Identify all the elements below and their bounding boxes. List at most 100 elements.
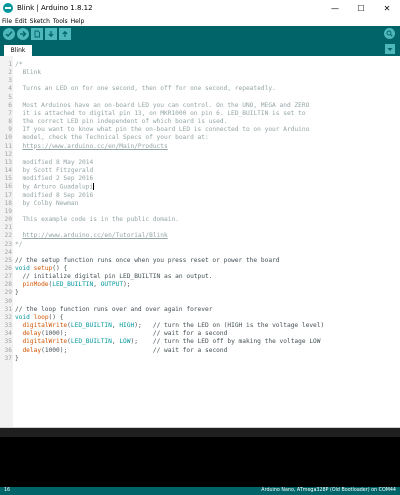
code-text: delay(1000); // wait for a second bbox=[15, 330, 227, 338]
new-button[interactable] bbox=[31, 28, 43, 40]
code-line[interactable]: 26 void setup() { bbox=[0, 265, 400, 273]
title-bar: Blink | Arduino 1.8.12 — ☐ ✕ bbox=[0, 0, 400, 16]
code-line[interactable]: 10 model, check the Technical Specs of y… bbox=[0, 134, 400, 142]
line-number: 32 bbox=[4, 313, 12, 321]
line-number: 29 bbox=[4, 289, 12, 297]
code-line[interactable]: 18 by Colby Newman bbox=[0, 200, 400, 208]
close-button[interactable]: ✕ bbox=[374, 0, 400, 16]
code-line[interactable]: 20 This example code is in the public do… bbox=[0, 216, 400, 224]
line-number: 30 bbox=[4, 297, 12, 305]
line-number: 22 bbox=[4, 232, 12, 240]
code-text: */ bbox=[15, 241, 22, 249]
code-line[interactable]: 5 bbox=[0, 94, 400, 102]
code-line[interactable]: 7 it is attached to digital pin 13, on M… bbox=[0, 110, 400, 118]
code-token: ); bbox=[123, 281, 131, 289]
code-line[interactable]: 17 modified 8 Sep 2016 bbox=[0, 192, 400, 200]
code-line[interactable]: 25// the setup function runs once when y… bbox=[0, 257, 400, 265]
code-text: the correct LED pin independent of which… bbox=[15, 118, 227, 126]
code-line[interactable]: 37} bbox=[0, 355, 400, 363]
line-number: 26 bbox=[4, 265, 12, 272]
verify-button[interactable] bbox=[3, 28, 15, 40]
code-line[interactable]: 2 Blink bbox=[0, 69, 400, 77]
code-text: } bbox=[15, 289, 19, 297]
code-token: setup bbox=[33, 265, 53, 272]
tab-menu-button[interactable] bbox=[385, 44, 395, 54]
code-line[interactable]: 22 http://www.arduino.cc/en/Tutorial/Bli… bbox=[0, 232, 400, 240]
code-line[interactable]: 6 Most Arduinos have an on-board LED you… bbox=[0, 102, 400, 110]
code-line[interactable]: 11 https://www.arduino.cc/en/Main/Produc… bbox=[0, 143, 400, 151]
menu-sketch[interactable]: Sketch bbox=[30, 18, 50, 25]
window-controls: — ☐ ✕ bbox=[322, 0, 400, 16]
line-number: 18 bbox=[4, 199, 12, 207]
code-token: } bbox=[15, 354, 19, 362]
menu-help[interactable]: Help bbox=[71, 18, 85, 25]
code-line[interactable]: 34 delay(1000); // wait for a second bbox=[0, 330, 400, 338]
code-line[interactable]: 1/* bbox=[0, 61, 400, 69]
code-token: by Scott Fitzgerald bbox=[15, 167, 94, 175]
menu-file[interactable]: File bbox=[2, 18, 12, 25]
code-line[interactable]: 16 by Arturo Guadalupi bbox=[0, 183, 400, 191]
code-line[interactable]: 36 delay(1000); // wait for a second bbox=[0, 347, 400, 355]
code-line[interactable]: 13 modified 8 May 2014 bbox=[0, 159, 400, 167]
line-number: 25 bbox=[4, 256, 12, 264]
maximize-button[interactable]: ☐ bbox=[348, 0, 374, 16]
code-line[interactable]: 12 bbox=[0, 151, 400, 159]
code-line[interactable]: 32 void loop() { bbox=[0, 314, 400, 322]
code-text: modified 2 Sep 2016 bbox=[15, 175, 93, 183]
code-line[interactable]: 28 pinMode(LED_BUILTIN, OUTPUT); bbox=[0, 281, 400, 289]
save-icon bbox=[62, 30, 68, 37]
save-button[interactable] bbox=[59, 28, 71, 40]
line-number: 3 bbox=[8, 77, 12, 85]
code-text: void setup() { bbox=[15, 265, 67, 273]
code-line[interactable]: 23 */ bbox=[0, 241, 400, 249]
code-line[interactable]: 8 the correct LED pin independent of whi… bbox=[0, 118, 400, 126]
new-icon bbox=[34, 30, 40, 38]
code-link[interactable]: https://www.arduino.cc/en/Main/Products bbox=[22, 143, 167, 150]
chevron-down-icon bbox=[387, 47, 393, 51]
line-number: 5 bbox=[8, 93, 12, 101]
code-token: modified 8 May 2014 bbox=[15, 158, 94, 166]
serial-monitor-button[interactable] bbox=[384, 28, 395, 39]
code-token: modified 8 Sep 2016 bbox=[15, 191, 94, 199]
code-line[interactable]: 24 bbox=[0, 249, 400, 257]
code-line[interactable]: 31// the loop function runs over and ove… bbox=[0, 306, 400, 314]
code-line[interactable]: 35 digitalWrite(LED_BUILTIN, LOW); // tu… bbox=[0, 338, 400, 346]
minimize-button[interactable]: — bbox=[322, 0, 348, 16]
menu-tools[interactable]: Tools bbox=[53, 18, 68, 25]
code-text: http://www.arduino.cc/en/Tutorial/Blink bbox=[15, 232, 167, 240]
code-line[interactable]: 30 bbox=[0, 298, 400, 306]
open-button[interactable] bbox=[45, 28, 57, 40]
code-line[interactable]: 4 Turns an LED on for one second, then o… bbox=[0, 85, 400, 93]
line-number: 2 bbox=[8, 69, 12, 77]
code-line[interactable]: 19 bbox=[0, 208, 400, 216]
code-line[interactable]: 14 by Scott Fitzgerald bbox=[0, 167, 400, 175]
code-token: ); // turn the LED off by making the vol… bbox=[130, 338, 321, 346]
code-line[interactable]: 3 bbox=[0, 77, 400, 85]
code-line[interactable]: 27 // initialize digital pin LED_BUILTIN… bbox=[0, 273, 400, 281]
code-line[interactable]: 15 modified 2 Sep 2016 bbox=[0, 175, 400, 183]
code-token: Blink bbox=[15, 69, 42, 77]
code-text: digitalWrite(LED_BUILTIN, HIGH); // turn… bbox=[15, 322, 324, 330]
toolbar bbox=[0, 26, 400, 42]
code-text: If you want to know what pin the on-boar… bbox=[15, 126, 309, 134]
status-bar: 16 Arduino Nano, ATmega328P (Old Bootloa… bbox=[0, 487, 400, 495]
code-line[interactable]: 9 If you want to know what pin the on-bo… bbox=[0, 126, 400, 134]
code-text: Most Arduinos have an on-board LED you c… bbox=[15, 102, 309, 110]
code-text: by Colby Newman bbox=[15, 200, 78, 208]
code-text: model, check the Technical Specs of your… bbox=[15, 134, 208, 142]
menu-edit[interactable]: Edit bbox=[15, 18, 27, 25]
line-number: 23 bbox=[4, 240, 12, 248]
line-number: 14 bbox=[4, 167, 12, 175]
console-output[interactable] bbox=[0, 428, 400, 487]
code-token: digitalWrite bbox=[22, 338, 68, 346]
window-title: Blink | Arduino 1.8.12 bbox=[17, 4, 93, 12]
code-token: /* bbox=[15, 61, 23, 68]
upload-button[interactable] bbox=[17, 28, 29, 40]
code-line[interactable]: 21 bbox=[0, 224, 400, 232]
code-token: } bbox=[15, 289, 19, 297]
code-line[interactable]: 29} bbox=[0, 289, 400, 297]
tab-blink[interactable]: Blink bbox=[4, 45, 32, 56]
code-link[interactable]: http://www.arduino.cc/en/Tutorial/Blink bbox=[22, 232, 167, 239]
code-line[interactable]: 33 digitalWrite(LED_BUILTIN, HIGH); // t… bbox=[0, 322, 400, 330]
code-editor[interactable]: 1/* 2 Blink 3 4 Turns an LED on for one sec… bbox=[0, 56, 400, 428]
